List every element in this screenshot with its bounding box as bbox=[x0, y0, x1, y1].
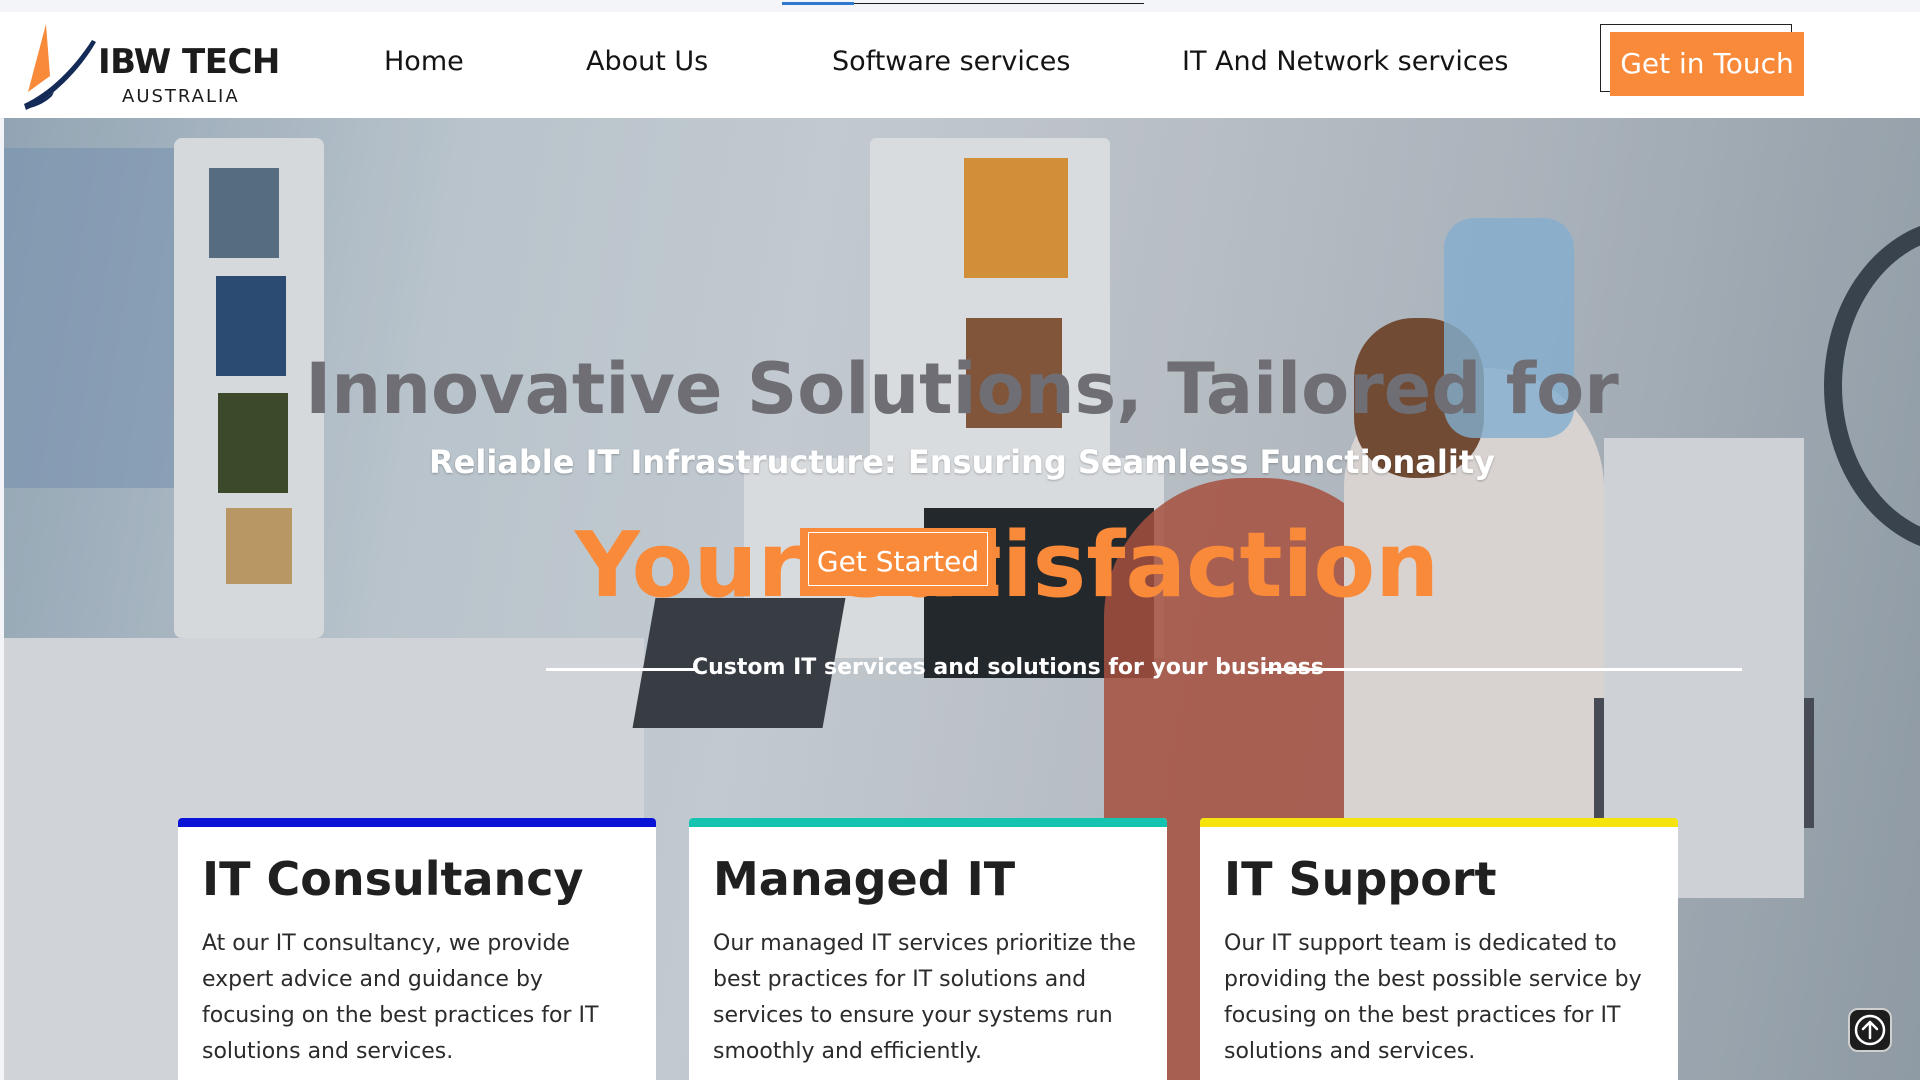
brand-subtitle: AUSTRALIA bbox=[122, 86, 240, 107]
card-managed-it[interactable]: Managed IT Our managed IT services prior… bbox=[689, 818, 1167, 1080]
scroll-to-top-button[interactable] bbox=[1848, 1008, 1892, 1052]
get-in-touch-button[interactable]: Get in Touch bbox=[1600, 24, 1806, 96]
card-title: Managed IT bbox=[713, 852, 1016, 906]
card-accent-bar bbox=[178, 818, 656, 827]
card-accent-bar bbox=[1200, 818, 1678, 827]
progress-segment bbox=[854, 3, 1144, 4]
card-title: IT Support bbox=[1224, 852, 1497, 906]
card-it-consultancy[interactable]: IT Consultancy At our IT consultancy, we… bbox=[178, 818, 656, 1080]
hero-tagline: Custom IT services and solutions for you… bbox=[692, 655, 1324, 680]
card-text: Our managed IT services prioritize the b… bbox=[713, 931, 1136, 1064]
header-navbar: IBW TECH AUSTRALIA Home About Us Softwar… bbox=[0, 12, 1920, 119]
card-text: Our IT support team is dedicated to prov… bbox=[1224, 931, 1642, 1064]
card-title: IT Consultancy bbox=[202, 852, 584, 906]
top-strip bbox=[0, 0, 1920, 12]
logo[interactable]: IBW TECH AUSTRALIA bbox=[22, 18, 282, 114]
get-in-touch-label: Get in Touch bbox=[1610, 32, 1804, 96]
button-outline bbox=[808, 532, 988, 586]
nav-software-services[interactable]: Software services bbox=[832, 46, 1070, 77]
hero-subtitle: Reliable IT Infrastructure: Ensuring Sea… bbox=[429, 443, 1495, 481]
card-it-support[interactable]: IT Support Our IT support team is dedica… bbox=[1200, 818, 1678, 1080]
nav-home[interactable]: Home bbox=[384, 46, 464, 77]
nav-it-network-services[interactable]: IT And Network services bbox=[1182, 46, 1508, 77]
get-started-button[interactable]: Get Started bbox=[800, 528, 996, 596]
tagline-divider bbox=[546, 668, 696, 671]
tagline-divider bbox=[1262, 668, 1742, 671]
arrow-up-circle-icon bbox=[1854, 1014, 1886, 1046]
card-text: At our IT consultancy, we provide expert… bbox=[202, 931, 599, 1064]
nav-about-us[interactable]: About Us bbox=[586, 46, 708, 77]
logo-mark-icon bbox=[24, 24, 96, 110]
card-accent-bar bbox=[689, 818, 1167, 827]
brand-name: IBW TECH bbox=[98, 42, 280, 82]
progress-segment bbox=[782, 2, 854, 5]
hero-title: Innovative Solutions, Tailored for bbox=[305, 348, 1619, 430]
